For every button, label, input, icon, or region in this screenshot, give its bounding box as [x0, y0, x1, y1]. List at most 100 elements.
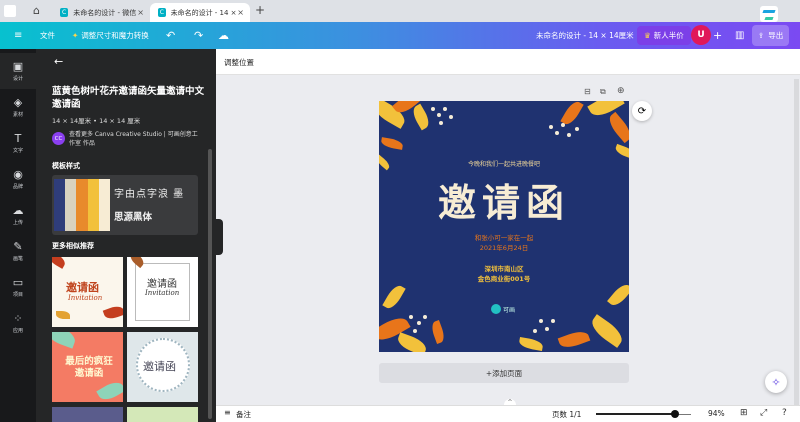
- left-sidebar: ▣ 设计 ◈ 素材 T 文字 ◉ 品牌 ☁ 上传 ✎ 画笔 ▭ 项目 ⁘ 应用: [0, 49, 36, 422]
- invitation-design-canvas[interactable]: 今晚和我们一起共进晚餐吧 邀请函 和张小可一家在一起 2021年6月24日 深圳…: [379, 101, 629, 352]
- pen-icon: ✎: [13, 239, 23, 253]
- editor-toolbar: ≡ 文件 ✦ 调整尺寸和魔力转换 ↶ ↷ ☁ 未命名的设计 - 14 × 14厘…: [0, 22, 800, 49]
- template-title: 蓝黄色树叶花卉邀请函矢量邀请中文邀请函: [52, 86, 205, 110]
- leaf-decoration: [409, 103, 433, 131]
- redo-icon[interactable]: ↷: [194, 22, 203, 49]
- design-top-text[interactable]: 今晚和我们一起共进晚餐吧: [379, 159, 629, 168]
- author-avatar: CC: [52, 132, 65, 145]
- template-thumbnail[interactable]: [52, 407, 123, 422]
- template-detail-panel: ← 蓝黄色树叶花卉邀请函矢量邀请中文邀请函 14 × 14厘米 • 14 × 1…: [36, 49, 216, 422]
- design-main-title[interactable]: 邀请函: [379, 181, 629, 225]
- template-size: 14 × 14厘米 • 14 × 14 厘米: [52, 117, 141, 125]
- design-date-text[interactable]: 2021年6月24日: [379, 242, 629, 252]
- resize-label: 调整尺寸和魔力转换: [81, 31, 149, 40]
- more-heading: 更多相似推荐: [52, 242, 94, 250]
- promo-button[interactable]: ♛ 新人半价: [637, 26, 691, 45]
- document-title[interactable]: 未命名的设计 - 14 × 14厘米: [536, 22, 634, 49]
- canva-favicon-icon: C: [158, 8, 166, 17]
- magic-crown-icon: ✦: [72, 31, 79, 40]
- tab-search-icon[interactable]: [4, 5, 16, 17]
- sidebar-item-projects[interactable]: ▭ 项目: [0, 269, 36, 305]
- help-icon[interactable]: ?: [782, 408, 787, 418]
- tab-wechat-design[interactable]: C 未命名的设计 - 微信... ×: [52, 3, 150, 22]
- folder-icon: ▭: [12, 275, 24, 289]
- template-thumbnail[interactable]: 最后的疯狂 邀请函: [52, 332, 123, 402]
- template-thumbnail[interactable]: [127, 407, 198, 422]
- canvas-scrollbar[interactable]: [794, 79, 799, 419]
- styles-heading: 模板样式: [52, 162, 80, 170]
- export-label: 导出: [768, 31, 784, 40]
- duplicate-page-icon[interactable]: ⧉: [600, 87, 606, 97]
- user-avatar[interactable]: U: [691, 25, 711, 45]
- new-tab-icon[interactable]: +: [255, 3, 265, 17]
- leaf-decoration: [518, 336, 544, 352]
- leaf-decoration: [395, 332, 429, 352]
- leaf-decoration: [607, 281, 629, 309]
- leaf-decoration: [429, 319, 447, 345]
- apps-grid-icon: ⁘: [13, 311, 23, 325]
- extension-logo-icon[interactable]: [760, 6, 778, 22]
- template-thumbnail[interactable]: 邀请函 Invitation: [52, 257, 123, 327]
- close-icon[interactable]: ×: [137, 8, 144, 17]
- page-counter[interactable]: 页数 1/1: [552, 409, 581, 420]
- crown-icon: ♛: [644, 31, 651, 40]
- style-option-card[interactable]: 字由点字浪 墨 思源黑体: [52, 175, 198, 235]
- shapes-icon: ◈: [13, 95, 23, 109]
- tab-label: 未命名的设计 - 微信...: [73, 8, 138, 17]
- template-thumbnail[interactable]: 邀请函 Invitation: [127, 257, 198, 327]
- add-page-button[interactable]: +添加页面: [379, 363, 629, 383]
- leaf-decoration: [587, 314, 627, 348]
- grid-view-icon[interactable]: ⊞: [740, 408, 748, 418]
- sidebar-item-brand[interactable]: ◉ 品牌: [0, 161, 36, 197]
- template-thumbnail[interactable]: 邀请函: [127, 332, 198, 402]
- undo-icon[interactable]: ↶: [166, 22, 175, 49]
- cloud-save-icon[interactable]: ☁: [218, 22, 229, 49]
- close-icon[interactable]: ×: [237, 8, 244, 17]
- position-button[interactable]: 调整位置: [224, 57, 254, 68]
- back-arrow-icon[interactable]: ←: [54, 55, 63, 68]
- zoom-slider-handle[interactable]: [670, 410, 679, 418]
- export-button[interactable]: ⇪ 导出: [752, 25, 790, 46]
- design-location-line1[interactable]: 深圳市南山区: [379, 263, 629, 273]
- sidebar-item-uploads[interactable]: ☁ 上传: [0, 197, 36, 233]
- leaf-decoration: [380, 137, 404, 150]
- menu-icon[interactable]: ≡: [14, 22, 22, 49]
- zoom-slider-fill: [596, 413, 675, 415]
- refresh-icon[interactable]: ⟳: [632, 101, 652, 121]
- author-link[interactable]: 查看更多 Canva Creative Studio | 可画创意工作室 作品: [69, 130, 201, 148]
- cloud-upload-icon: ☁: [12, 203, 24, 217]
- add-collaborator-icon[interactable]: +: [713, 22, 722, 49]
- lock-icon[interactable]: ⊟: [584, 87, 591, 96]
- leaf-decoration: [605, 111, 629, 144]
- sidebar-item-text[interactable]: T 文字: [0, 125, 36, 161]
- magic-assistant-icon[interactable]: ✧: [765, 371, 787, 393]
- notes-icon[interactable]: ≡: [224, 408, 231, 417]
- home-icon[interactable]: ⌂: [33, 4, 40, 17]
- brand-logo-icon: [491, 304, 501, 314]
- design-location-line2[interactable]: 金色商业街001号: [379, 273, 629, 283]
- leaf-decoration: [557, 328, 591, 351]
- collapse-panel-handle[interactable]: [216, 219, 223, 255]
- sidebar-item-elements[interactable]: ◈ 素材: [0, 89, 36, 125]
- file-menu[interactable]: 文件: [40, 22, 55, 49]
- panel-scrollbar[interactable]: [208, 149, 212, 419]
- fullscreen-icon[interactable]: ⤢: [760, 408, 767, 418]
- style-font-sample-2: 思源黑体: [114, 212, 153, 223]
- bottom-status-bar: ≡ 备注 页数 1/1 94% ⊞ ⤢ ?: [216, 405, 800, 422]
- notes-button[interactable]: 备注: [236, 409, 251, 420]
- sidebar-item-draw[interactable]: ✎ 画笔: [0, 233, 36, 269]
- browser-tab-bar: ⌂ C 未命名的设计 - 微信... × C 未命名的设计 - 14 × 1..…: [0, 0, 800, 22]
- design-host-text[interactable]: 和张小可一家在一起: [379, 232, 629, 242]
- zoom-level[interactable]: 94%: [708, 409, 725, 418]
- share-upload-icon: ⇪: [758, 31, 765, 40]
- brand-logo-text: 可画: [503, 307, 516, 314]
- style-font-sample-1: 字由点字浪 墨: [114, 189, 185, 200]
- sidebar-item-apps[interactable]: ⁘ 应用: [0, 305, 36, 341]
- sidebar-item-design[interactable]: ▣ 设计: [0, 53, 36, 89]
- canva-favicon-icon: C: [60, 8, 69, 17]
- resize-button[interactable]: ✦ 调整尺寸和魔力转换: [72, 22, 149, 49]
- add-page-icon[interactable]: ⊕: [617, 86, 625, 96]
- tab-active-design[interactable]: C 未命名的设计 - 14 × 1... ×: [150, 3, 250, 22]
- text-icon: T: [14, 131, 22, 145]
- analytics-icon[interactable]: ▥: [735, 22, 744, 49]
